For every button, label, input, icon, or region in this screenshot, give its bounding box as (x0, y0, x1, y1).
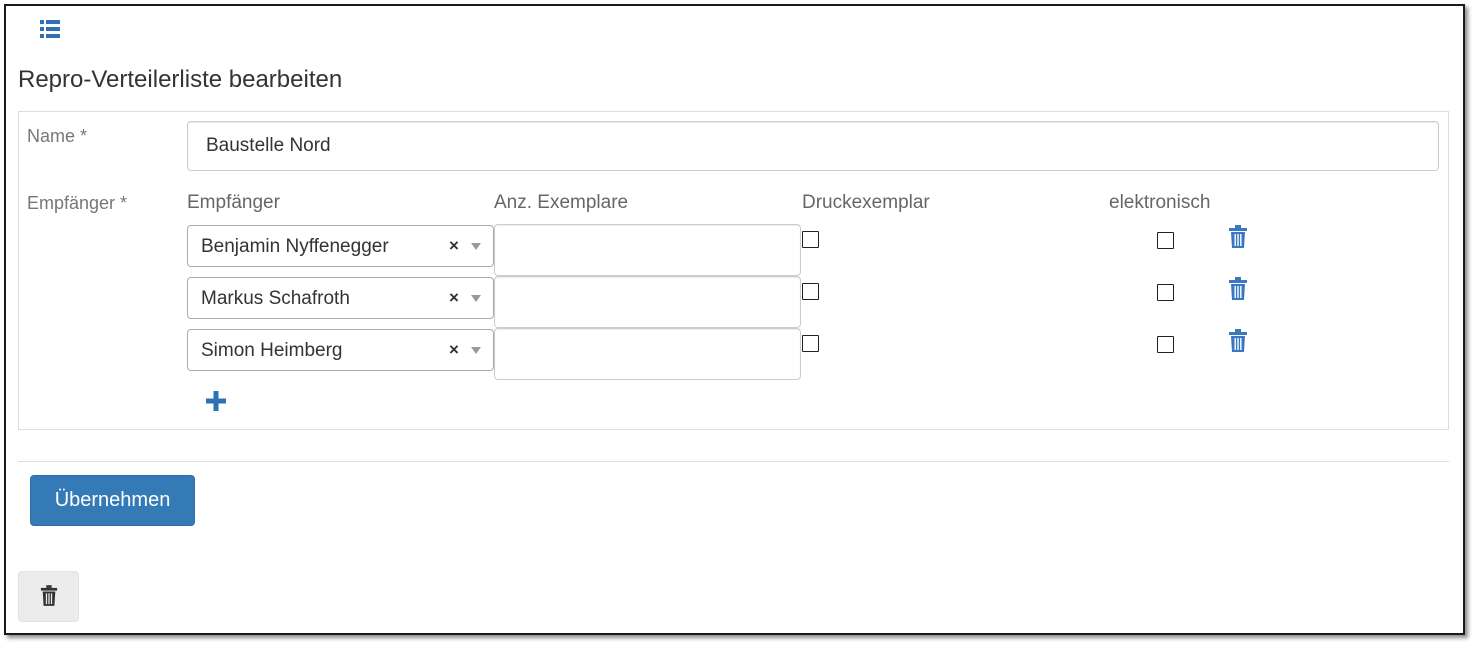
column-header-recipient: Empfänger (187, 192, 280, 213)
trash-icon[interactable] (1228, 329, 1248, 353)
submit-button[interactable]: Übernehmen (30, 475, 195, 526)
copies-input[interactable] (494, 224, 801, 276)
chevron-down-icon[interactable] (471, 347, 481, 354)
print-copy-checkbox[interactable] (802, 231, 819, 248)
column-header-copies: Anz. Exemplare (494, 192, 629, 213)
recipient-row: Benjamin Nyffenegger × (19, 224, 1448, 277)
recipient-select[interactable]: Benjamin Nyffenegger × (187, 225, 494, 267)
clear-selection-button[interactable]: × (449, 236, 459, 256)
recipient-select[interactable]: Simon Heimberg × (187, 329, 494, 371)
clear-selection-button[interactable]: × (449, 288, 459, 308)
recipient-select-value: Benjamin Nyffenegger (201, 236, 389, 257)
page-title: Repro-Verteilerliste bearbeiten (18, 66, 343, 93)
trash-icon[interactable] (1228, 277, 1248, 301)
list-icon[interactable] (38, 17, 62, 41)
print-copy-checkbox[interactable] (802, 283, 819, 300)
electronic-checkbox[interactable] (1157, 336, 1174, 353)
recipient-row: Simon Heimberg × (19, 328, 1448, 381)
print-copy-checkbox[interactable] (802, 335, 819, 352)
window-frame: Repro-Verteilerliste bearbeiten Name * E… (4, 4, 1465, 635)
recipient-select-value: Simon Heimberg (201, 340, 343, 361)
trash-icon (40, 585, 58, 606)
name-input[interactable] (187, 121, 1439, 171)
chevron-down-icon[interactable] (471, 295, 481, 302)
name-label: Name * (27, 126, 88, 146)
plus-icon[interactable] (205, 390, 227, 412)
recipient-select[interactable]: Markus Schafroth × (187, 277, 494, 319)
divider (18, 461, 1449, 462)
clear-selection-button[interactable]: × (449, 340, 459, 360)
electronic-checkbox[interactable] (1157, 232, 1174, 249)
column-header-print-copy: Druckexemplar (802, 192, 930, 213)
copies-input[interactable] (494, 328, 801, 380)
electronic-checkbox[interactable] (1157, 284, 1174, 301)
chevron-down-icon[interactable] (471, 243, 481, 250)
recipient-select-value: Markus Schafroth (201, 288, 350, 309)
recipients-label: Empfänger * (27, 193, 128, 213)
copies-input[interactable] (494, 276, 801, 328)
column-header-electronic: elektronisch (1109, 192, 1211, 213)
trash-icon[interactable] (1228, 225, 1248, 249)
recipient-row: Markus Schafroth × (19, 276, 1448, 329)
form-panel: Name * Empfänger * Empfänger Anz. Exempl… (18, 111, 1449, 430)
delete-list-button[interactable] (18, 571, 79, 622)
